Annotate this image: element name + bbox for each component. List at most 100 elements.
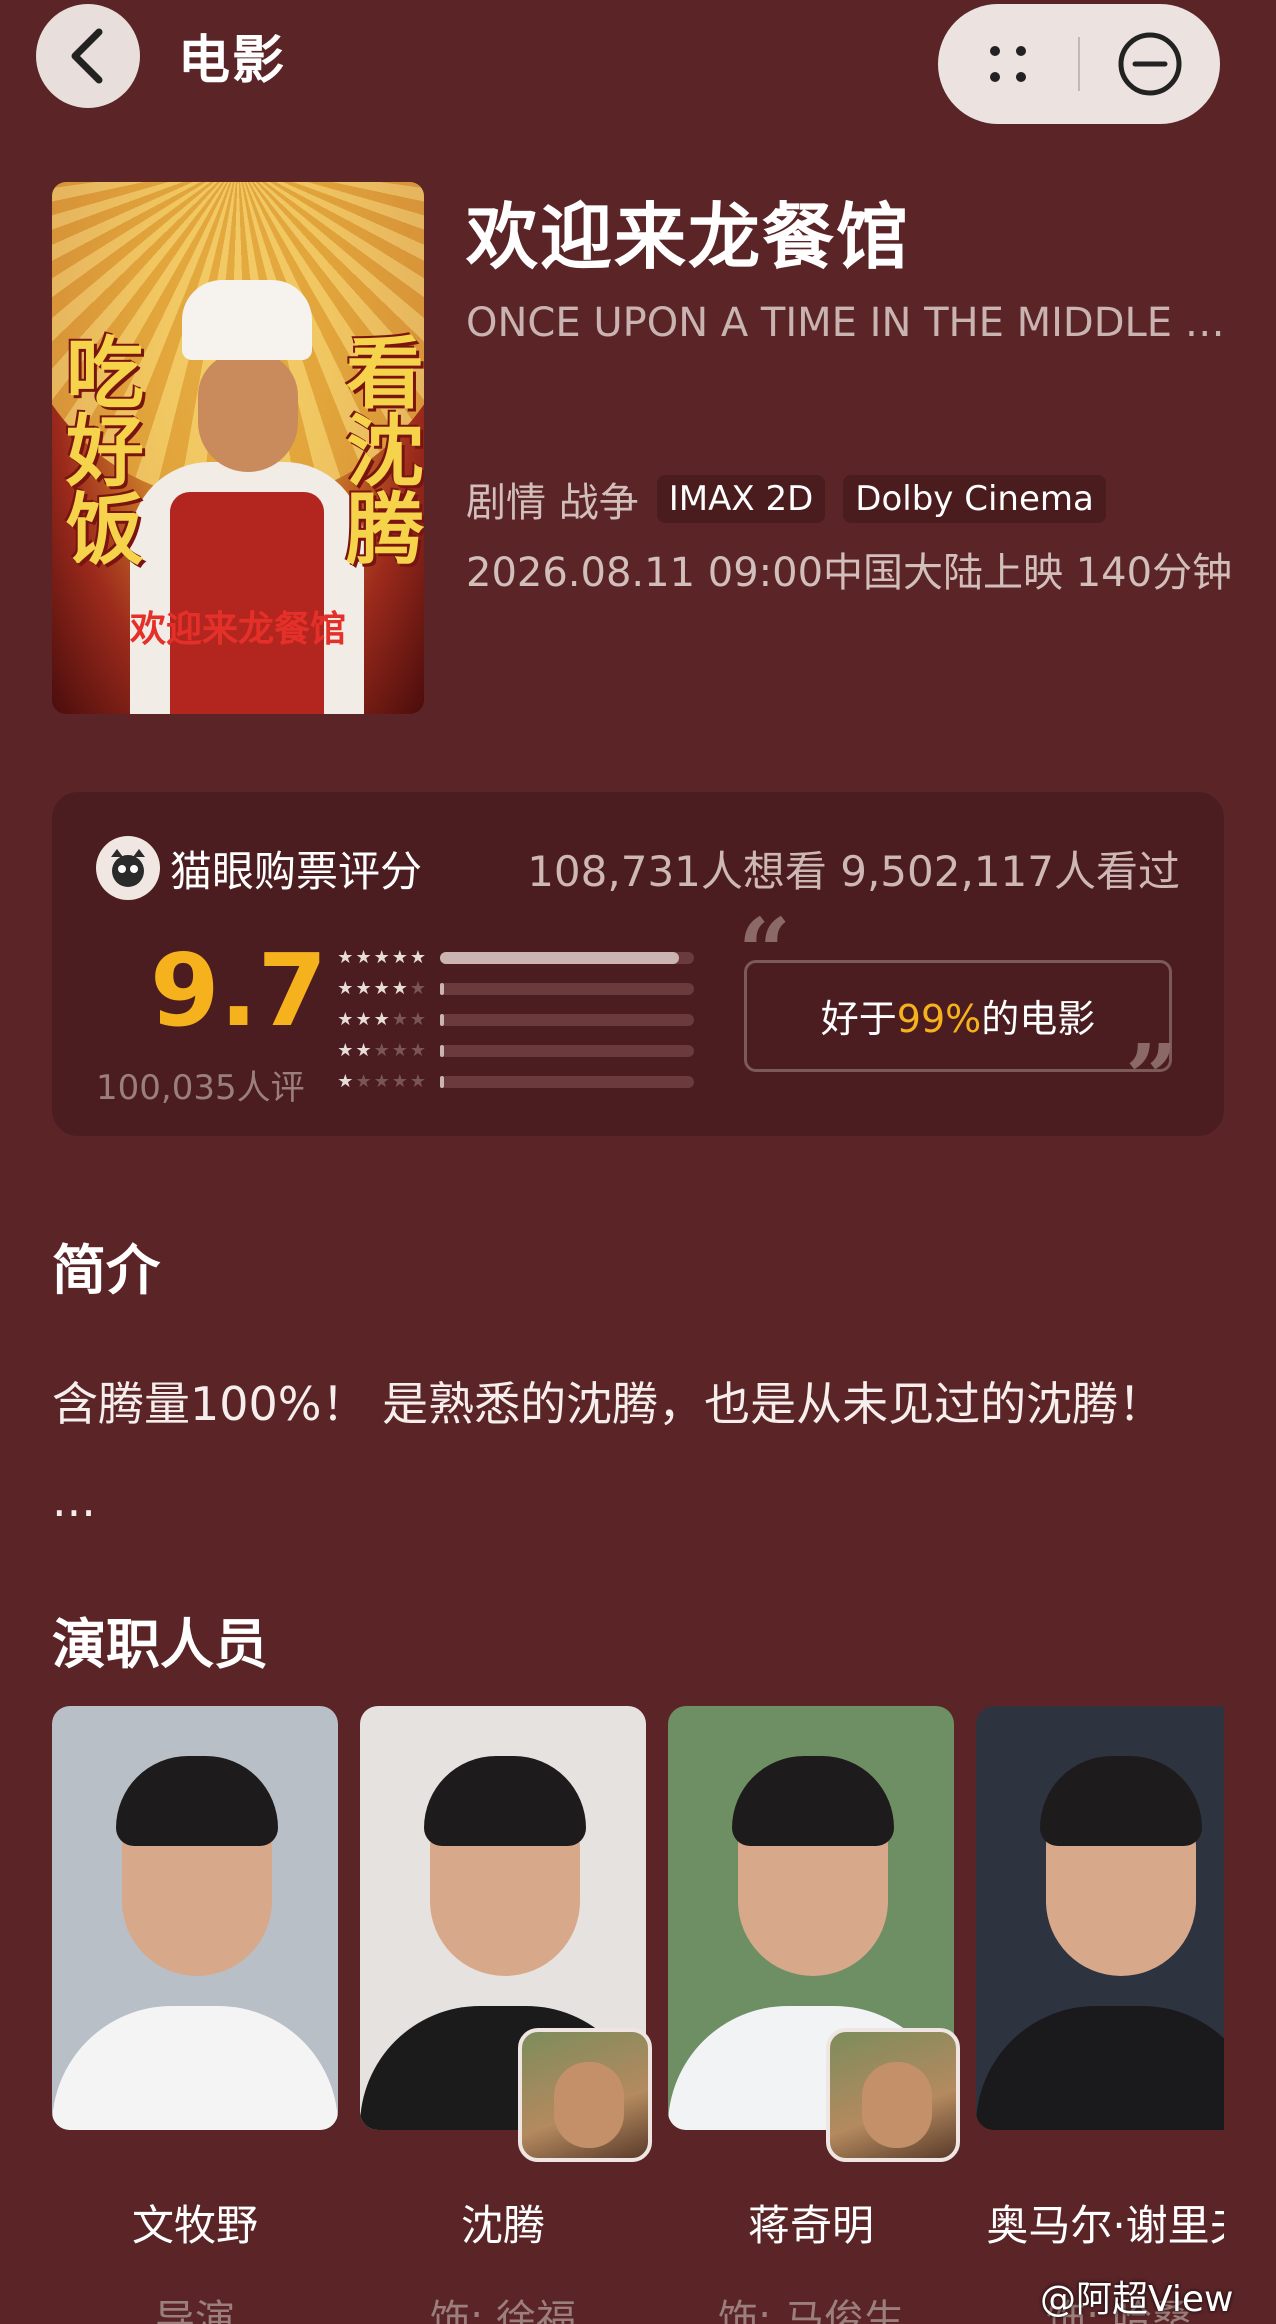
cast-list[interactable]: 文牧野导演沈腾饰: 徐福蒋奇明饰: 马俊生奥马尔·谢里夫饰: 哈桑	[52, 1706, 1224, 2324]
star-rating: ★ ★ ★ ★ ★	[322, 946, 426, 968]
close-button[interactable]	[1080, 4, 1220, 124]
back-button[interactable]	[36, 4, 140, 108]
ranking-text: 好于99%的电影	[738, 988, 1178, 1043]
minus-circle-icon	[1118, 32, 1182, 96]
cast-hair	[116, 1756, 278, 1846]
distribution-bar-track	[440, 1013, 694, 1026]
poster-chef-hat	[182, 280, 312, 360]
movie-title-english: ONCE UPON A TIME IN THE MIDDLE EAST	[466, 300, 1226, 346]
ranking-percent: 99%	[896, 997, 982, 1041]
synopsis-title: 简介	[52, 1239, 160, 1302]
star-icon: ★	[355, 977, 372, 999]
rating-card[interactable]: 猫眼购票评分 108,731人想看 9,502,117人看过 9.7 100,0…	[52, 792, 1224, 1136]
star-icon: ★	[391, 1039, 408, 1061]
star-icon: ★	[391, 1070, 408, 1092]
cast-card[interactable]: 文牧野 导演	[52, 1706, 338, 2324]
star-icon: ★	[391, 946, 408, 968]
cast-title: 演职人员	[52, 1613, 268, 1676]
role-still-face	[862, 2062, 932, 2148]
movie-genres: 剧情 战争	[466, 480, 639, 526]
cast-name: 沈腾	[460, 2201, 545, 2250]
star-icon: ★	[373, 1008, 390, 1030]
dots-grid-icon	[990, 46, 1026, 82]
star-icon: ★	[391, 1008, 408, 1030]
cast-shirt	[976, 2006, 1224, 2130]
star-icon: ★	[373, 977, 390, 999]
cast-card[interactable]: 奥马尔·谢里夫饰: 哈桑	[976, 1706, 1224, 2324]
cast-role: 导演	[155, 2297, 235, 2324]
movie-poster[interactable]: 吃好饭 看沈腾 欢迎来龙餐馆	[52, 182, 424, 714]
role-still-thumbnail	[826, 2028, 960, 2162]
cast-hair	[732, 1756, 894, 1846]
distribution-row: ★ ★ ★ ★ ★	[322, 942, 702, 973]
maoyan-cat-icon	[96, 836, 160, 900]
cast-hair	[424, 1756, 586, 1846]
distribution-bar-fill	[440, 1013, 444, 1026]
distribution-bar-fill	[440, 982, 444, 995]
star-icon: ★	[373, 1039, 390, 1061]
poster-side-text-right: 看沈腾	[333, 332, 424, 566]
cast-shirt	[52, 2006, 338, 2130]
distribution-bar-fill	[440, 1075, 444, 1088]
rating-stats: 108,731人想看 9,502,117人看过	[527, 847, 1180, 896]
cast-role: 饰: 徐福	[429, 2297, 577, 2324]
page-title: 电影	[178, 31, 287, 91]
star-rating: ★ ★ ★ ★ ★	[322, 1008, 426, 1030]
ranking-suffix: 的电影	[981, 997, 1096, 1041]
cast-name: 蒋奇明	[747, 2201, 874, 2250]
more-button[interactable]	[938, 4, 1078, 124]
quote-open-icon: “	[738, 898, 791, 1006]
star-icon: ★	[337, 1039, 354, 1061]
ranking-prefix: 好于	[820, 997, 897, 1041]
rating-distribution: ★ ★ ★ ★ ★ ★ ★ ★ ★ ★ ★ ★ ★ ★ ★ ★ ★ ★ ★ ★ ★ ★ ★ ★ ★	[322, 942, 702, 1097]
quote-close-icon: ”	[1125, 1024, 1178, 1132]
star-rating: ★ ★ ★ ★ ★	[322, 977, 426, 999]
poster-side-text-left: 吃好饭	[53, 332, 144, 566]
rating-label: 猫眼购票评分	[170, 847, 423, 896]
star-icon: ★	[373, 1070, 390, 1092]
cast-name: 奥马尔·谢里夫	[986, 2201, 1224, 2250]
ranking-quote: “ ” 好于99%的电影	[738, 906, 1178, 1124]
chevron-left-icon	[71, 28, 103, 84]
star-icon: ★	[391, 977, 408, 999]
poster-face	[198, 352, 298, 472]
star-icon: ★	[355, 1008, 372, 1030]
rating-score: 9.7	[150, 932, 328, 1049]
distribution-bar-fill	[440, 1044, 444, 1057]
star-icon: ★	[409, 1008, 426, 1030]
cast-card[interactable]: 蒋奇明饰: 马俊生	[668, 1706, 960, 2324]
format-tag-dolby: Dolby Cinema	[843, 475, 1106, 523]
star-icon: ★	[409, 946, 426, 968]
distribution-bar-track	[440, 1075, 694, 1088]
distribution-bar-track	[440, 951, 694, 964]
mini-program-capsule	[938, 4, 1220, 124]
star-icon: ★	[337, 1070, 354, 1092]
cast-card[interactable]: 沈腾饰: 徐福	[360, 1706, 652, 2324]
star-icon: ★	[355, 1039, 372, 1061]
star-icon: ★	[409, 977, 426, 999]
release-info: 2026.08.11 09:00中国大陆上映 140分钟	[466, 550, 1233, 596]
star-icon: ★	[409, 1039, 426, 1061]
star-icon: ★	[373, 946, 390, 968]
cast-role: 饰: 马俊生	[717, 2297, 905, 2324]
star-icon: ★	[337, 946, 354, 968]
star-rating: ★ ★ ★ ★ ★	[322, 1039, 426, 1061]
poster-logo: 欢迎来龙餐馆	[129, 608, 346, 650]
distribution-bar-fill	[440, 951, 679, 964]
movie-meta-row: 剧情 战争 IMAX 2D Dolby Cinema	[466, 470, 1106, 528]
cast-hair	[1040, 1756, 1202, 1846]
distribution-bar-track	[440, 982, 694, 995]
distribution-bar-track	[440, 1044, 694, 1057]
role-still-thumbnail	[518, 2028, 652, 2162]
star-icon: ★	[337, 977, 354, 999]
cast-name: 文牧野	[131, 2201, 258, 2250]
synopsis-text[interactable]: 含腾量100%！ 是熟悉的沈腾，也是从未见过的沈腾！ ...	[52, 1356, 1222, 1548]
cast-photo	[976, 1706, 1224, 2130]
star-icon: ★	[355, 946, 372, 968]
star-icon: ★	[337, 1008, 354, 1030]
distribution-row: ★ ★ ★ ★ ★	[322, 1004, 702, 1035]
distribution-row: ★ ★ ★ ★ ★	[322, 1035, 702, 1066]
role-still-face	[554, 2062, 624, 2148]
distribution-row: ★ ★ ★ ★ ★	[322, 1066, 702, 1097]
format-tag-imax: IMAX 2D	[656, 475, 826, 523]
